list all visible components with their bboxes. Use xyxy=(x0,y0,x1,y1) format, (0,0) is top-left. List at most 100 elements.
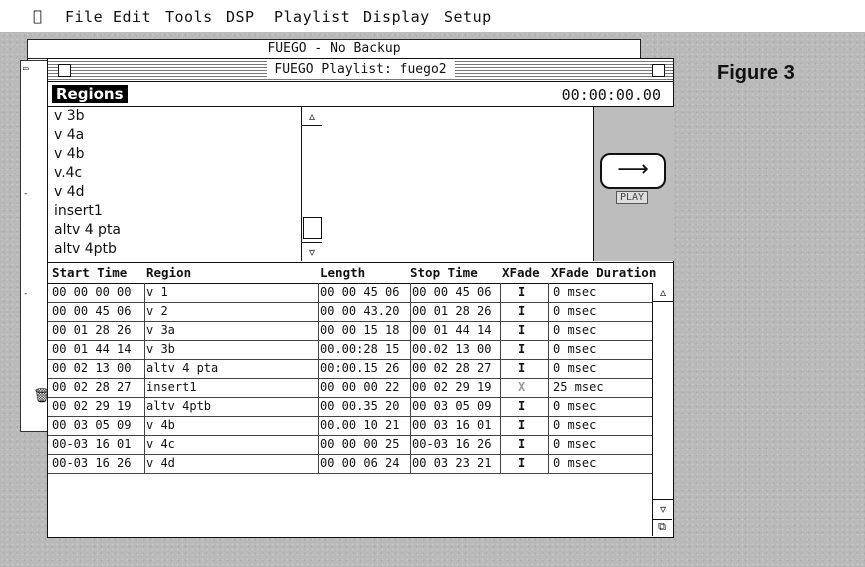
cell-region: v 1 xyxy=(146,285,168,299)
scroll-up-arrow-icon[interactable]: ▵ xyxy=(302,107,322,126)
apple-icon[interactable]:  xyxy=(33,7,43,25)
column-divider xyxy=(318,454,319,473)
column-divider xyxy=(318,302,319,321)
region-item[interactable]: altv 4ptb xyxy=(52,240,300,259)
cell-xfade-duration: 0 msec xyxy=(553,399,597,413)
header-xfade-duration[interactable]: XFade Duration xyxy=(551,265,656,280)
region-item[interactable]: v 3b xyxy=(52,107,300,126)
column-divider xyxy=(500,302,501,321)
menu-setup[interactable]: Setup xyxy=(444,8,492,26)
column-divider xyxy=(318,397,319,416)
window-title: FUEGO Playlist: fuego2 xyxy=(266,61,455,78)
table-row[interactable]: 00 02 28 27 insert1 00 00 00 22 00 02 29 19… xyxy=(48,378,652,398)
cell-stop-time: 00 03 23 21 xyxy=(412,456,492,470)
table-row[interactable]: 00 01 44 14 v 3b 00.00:28 15 00.02 13 00 I 0 … xyxy=(48,340,652,360)
play-button[interactable]: ⟶ xyxy=(600,153,666,189)
column-divider xyxy=(500,416,501,435)
figure-label: Figure 3 xyxy=(717,62,795,84)
resize-icon[interactable]: ⧉ xyxy=(652,519,672,537)
column-divider xyxy=(144,454,145,473)
column-divider xyxy=(144,397,145,416)
cell-xfade[interactable]: I xyxy=(518,397,525,416)
regions-list[interactable]: v 3b v 4a v 4b v.4c v 4d insert1 altv 4 … xyxy=(52,107,300,261)
header-length[interactable]: Length xyxy=(320,265,365,280)
title-bar[interactable]: FUEGO Playlist: fuego2 xyxy=(48,59,673,82)
scroll-thumb[interactable] xyxy=(303,217,322,239)
playlist-window: FUEGO Playlist: fuego2 Regions 00:00:00.… xyxy=(47,58,674,538)
region-item[interactable]: v 4d xyxy=(52,183,300,202)
table-row[interactable]: 00 02 13 00 altv 4 pta 00:00.15 26 00 02 28… xyxy=(48,359,652,379)
column-divider xyxy=(548,359,549,378)
cell-xfade[interactable]: I xyxy=(518,416,525,435)
column-divider xyxy=(548,378,549,397)
region-item[interactable]: insert1 xyxy=(52,202,300,221)
scroll-up-arrow-icon[interactable]: ▵ xyxy=(653,283,673,302)
header-xfade[interactable]: XFade xyxy=(502,265,540,280)
column-divider xyxy=(548,416,549,435)
table-row[interactable]: 00-03 16 01 v 4c 00 00 00 25 00-03 16 26 I 0 … xyxy=(48,435,652,455)
cell-xfade-duration: 0 msec xyxy=(553,456,597,470)
cell-start-time: 00-03 16 01 xyxy=(52,437,132,451)
column-divider xyxy=(500,321,501,340)
cell-xfade-duration: 0 msec xyxy=(553,342,597,356)
table-row[interactable]: 00 00 45 06 v 2 00 00 43.20 00 01 28 26 I 0 m… xyxy=(48,302,652,322)
header-stop-time[interactable]: Stop Time xyxy=(410,265,478,280)
cell-length: 00 00 06 24 xyxy=(320,456,400,470)
menu-tools[interactable]: Tools xyxy=(165,8,213,26)
scroll-down-arrow-icon[interactable]: ▿ xyxy=(302,242,322,261)
cell-start-time: 00 01 28 26 xyxy=(52,323,132,337)
cell-xfade-duration: 0 msec xyxy=(553,361,597,375)
zoom-box-icon[interactable] xyxy=(652,64,665,77)
table-row[interactable]: 00-03 16 26 v 4d 00 00 06 24 00 03 23 21 I 0 … xyxy=(48,454,652,474)
table-row[interactable]: 00 01 28 26 v 3a 00 00 15 18 00 01 44 14 I 0 … xyxy=(48,321,652,341)
table-scrollbar[interactable]: ▵ ▿ xyxy=(652,283,673,536)
close-box-icon[interactable] xyxy=(58,64,71,77)
menu-bar:  File Edit Tools DSP Playlist Display S… xyxy=(0,0,865,32)
menu-edit[interactable]: Edit xyxy=(113,8,151,26)
column-divider xyxy=(548,302,549,321)
region-item[interactable]: v 4b xyxy=(52,145,300,164)
cell-xfade[interactable]: X xyxy=(518,378,525,397)
column-divider xyxy=(144,283,145,302)
column-divider xyxy=(548,397,549,416)
cell-stop-time: 00 02 29 19 xyxy=(412,380,492,394)
column-divider xyxy=(548,435,549,454)
cell-region: v 2 xyxy=(146,304,168,318)
cell-stop-time: 00.02 13 00 xyxy=(412,342,492,356)
menu-display[interactable]: Display xyxy=(363,8,430,26)
column-divider xyxy=(318,378,319,397)
region-item[interactable]: v 4a xyxy=(52,126,300,145)
table-row[interactable]: 00 02 29 19 altv 4ptb 00 00.35 20 00 03 05 … xyxy=(48,397,652,417)
cell-xfade-duration: 0 msec xyxy=(553,437,597,451)
column-divider xyxy=(410,359,411,378)
region-item[interactable]: v.4c xyxy=(52,164,300,183)
table-row[interactable]: 00 03 05 09 v 4b 00.00 10 21 00 03 16 01 I 0 … xyxy=(48,416,652,436)
regions-scrollbar[interactable]: ▵ ▿ xyxy=(301,107,323,261)
scroll-down-arrow-icon[interactable]: ▿ xyxy=(653,499,673,518)
cell-xfade[interactable]: I xyxy=(518,359,525,378)
cell-xfade[interactable]: I xyxy=(518,454,525,473)
cell-start-time: 00 02 29 19 xyxy=(52,399,132,413)
cell-xfade[interactable]: I xyxy=(518,321,525,340)
cell-xfade[interactable]: I xyxy=(518,302,525,321)
cell-length: 00.00:28 15 xyxy=(320,342,400,356)
header-start-time[interactable]: Start Time xyxy=(52,265,127,280)
column-divider xyxy=(410,435,411,454)
table-row[interactable]: 00 00 00 00 v 1 00 00 45 06 00 00 45 06 I 0 m… xyxy=(48,283,652,303)
table-header: Start Time Region Length Stop Time XFade… xyxy=(48,262,673,284)
strip-icon: ▭ xyxy=(23,64,29,74)
cell-xfade[interactable]: I xyxy=(518,340,525,359)
cell-xfade[interactable]: I xyxy=(518,283,525,302)
column-divider xyxy=(144,340,145,359)
header-region[interactable]: Region xyxy=(146,265,191,280)
playlist-table: 00 00 00 00 v 1 00 00 45 06 00 00 45 06 I 0 m… xyxy=(48,283,652,536)
column-divider xyxy=(318,435,319,454)
region-item[interactable]: altv 4 pta xyxy=(52,221,300,240)
cell-xfade[interactable]: I xyxy=(518,435,525,454)
menu-playlist[interactable]: Playlist xyxy=(274,8,350,26)
menu-dsp[interactable]: DSP xyxy=(226,8,255,26)
cell-length: 00 00 45 06 xyxy=(320,285,400,299)
menu-file[interactable]: File xyxy=(65,8,103,26)
column-divider xyxy=(410,416,411,435)
column-divider xyxy=(410,454,411,473)
